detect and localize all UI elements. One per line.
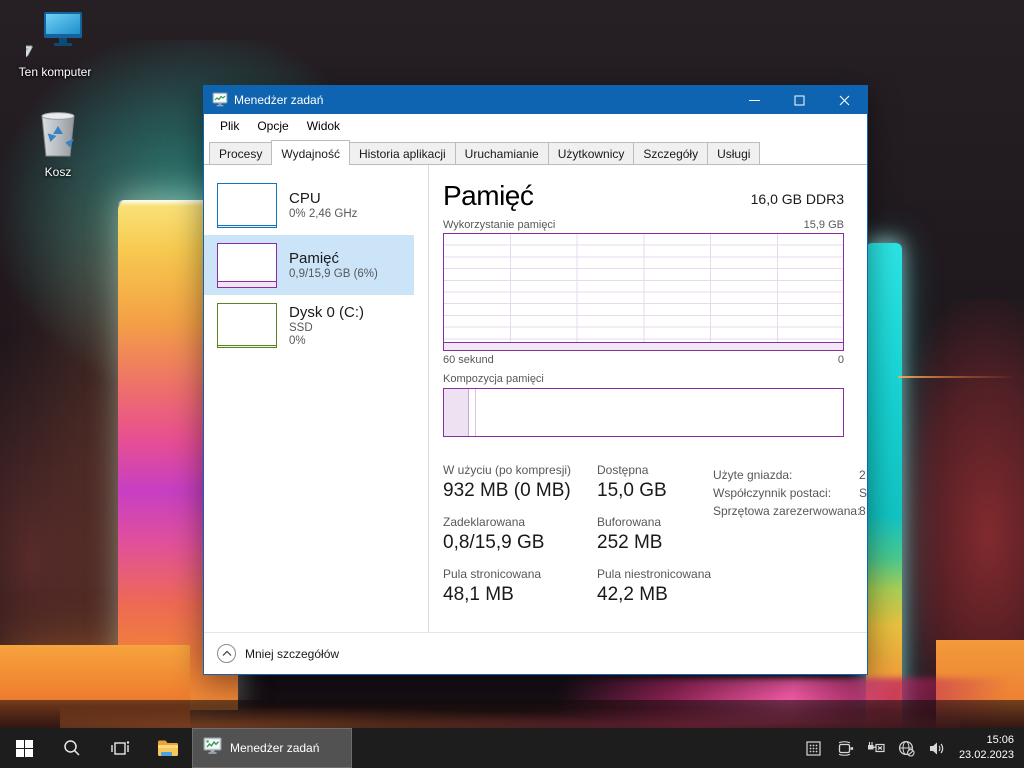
memory-pane-title: Pamięć	[443, 182, 533, 210]
tab-strip: Procesy Wydajność Historia aplikacji Uru…	[204, 138, 867, 165]
performance-sidebar: CPU 0% 2,46 GHz Pamięć 0,9/15,9 GB (6%) …	[204, 165, 429, 632]
performance-content: CPU 0% 2,46 GHz Pamięć 0,9/15,9 GB (6%) …	[204, 165, 867, 632]
close-button[interactable]	[822, 86, 867, 114]
taskbar-task-manager-button[interactable]: Menedżer zadań	[192, 728, 352, 768]
sidebar-item-disk[interactable]: Dysk 0 (C:) SSD 0%	[204, 295, 414, 355]
memory-text: Pamięć 0,9/15,9 GB (6%)	[289, 250, 378, 280]
sidebar-item-cpu[interactable]: CPU 0% 2,46 GHz	[204, 175, 414, 235]
desktop-icon-recycle-bin[interactable]: Kosz	[13, 108, 103, 179]
taskbar: Menedżer zadań	[0, 728, 1024, 768]
clock-time: 15:06	[959, 733, 1014, 748]
cpu-text: CPU 0% 2,46 GHz	[289, 190, 357, 220]
fewer-details-button[interactable]: Mniej szczegółów	[245, 647, 339, 661]
usage-graph-max: 15,9 GB	[804, 219, 844, 231]
wallpaper-shelf-line	[898, 376, 1016, 378]
stat-slots-used: Użyte gniazda: 2	[713, 468, 867, 486]
system-tray	[803, 728, 955, 768]
sidebar-item-memory[interactable]: Pamięć 0,9/15,9 GB (6%)	[204, 235, 414, 295]
this-pc-icon	[26, 49, 84, 63]
memory-title: Pamięć	[289, 250, 378, 267]
memory-usage-fill	[444, 342, 843, 350]
memory-stats-grid: W użyciu (po kompresji) 932 MB (0 MB) Do…	[443, 463, 743, 606]
window-title: Menedżer zadań	[234, 93, 323, 107]
usage-graph-axis: 60 sekund 0	[443, 354, 844, 366]
usage-graph-title: Wykorzystanie pamięci	[443, 219, 555, 231]
memory-header: Pamięć 16,0 GB DDR3	[443, 182, 844, 210]
stat-in-use: W użyciu (po kompresji) 932 MB (0 MB)	[443, 463, 581, 502]
recycle-bin-label: Kosz	[13, 165, 103, 179]
start-button[interactable]	[0, 728, 48, 768]
menu-widok[interactable]: Widok	[298, 116, 349, 136]
tab-historia-aplikacji[interactable]: Historia aplikacji	[349, 142, 456, 164]
tab-uruchamianie[interactable]: Uruchamianie	[455, 142, 549, 164]
clock-date: 23.02.2023	[959, 748, 1014, 763]
disk-mini-graph	[217, 303, 277, 348]
volume-icon[interactable]	[927, 741, 949, 756]
memory-hardware-stats: Użyte gniazda: 2 Współczynnik postaci: S…	[713, 468, 867, 522]
cpu-stats: 0% 2,46 GHz	[289, 208, 357, 220]
tab-procesy[interactable]: Procesy	[209, 142, 272, 164]
stat-paged-pool: Pula stronicowana 48,1 MB	[443, 567, 581, 606]
usage-graph-labels: Wykorzystanie pamięci 15,9 GB	[443, 219, 844, 231]
disk-text: Dysk 0 (C:) SSD 0%	[289, 304, 364, 347]
task-manager-taskbar-icon	[203, 737, 222, 760]
titlebar[interactable]: Menedżer zadań	[204, 86, 867, 114]
axis-right-label: 0	[838, 354, 844, 366]
disk-type: SSD	[289, 322, 364, 334]
stat-form-factor: Współczynnik postaci: S	[713, 486, 867, 504]
window-footer: Mniej szczegółów	[204, 632, 867, 674]
desktop: Ten komputer Kosz	[0, 0, 1024, 768]
taskbar-task-label: Menedżer zadań	[230, 741, 319, 755]
memory-total-capacity: 16,0 GB DDR3	[751, 191, 844, 210]
tab-uzytkownicy[interactable]: Użytkownicy	[548, 142, 635, 164]
desktop-icon-this-pc[interactable]: Ten komputer	[10, 10, 100, 79]
composition-inuse-segment	[444, 389, 469, 436]
menu-opcje[interactable]: Opcje	[248, 116, 297, 136]
composition-label: Kompozycja pamięci	[443, 373, 867, 385]
recycle-bin-icon	[34, 149, 82, 163]
tab-uslugi[interactable]: Usługi	[707, 142, 760, 164]
search-icon[interactable]	[48, 728, 96, 768]
composition-modified-segment	[469, 389, 476, 436]
stat-hardware-reserved: Sprzętowa zarezerwowana: 8	[713, 504, 867, 522]
menu-bar: Plik Opcje Widok	[204, 114, 867, 138]
network-unplugged-icon[interactable]	[865, 741, 887, 756]
disk-title: Dysk 0 (C:)	[289, 304, 364, 321]
memory-usage-graph[interactable]	[443, 233, 844, 351]
this-pc-label: Ten komputer	[10, 65, 100, 79]
memory-composition-bar[interactable]	[443, 388, 844, 437]
cpu-mini-graph	[217, 183, 277, 228]
stat-nonpaged-pool: Pula niestronicowana 42,2 MB	[597, 567, 743, 606]
globe-no-internet-icon[interactable]	[896, 740, 918, 757]
task-manager-window: Menedżer zadań Plik Opcje Widok Procesy …	[203, 85, 868, 675]
minimize-button[interactable]	[732, 86, 777, 114]
taskbar-empty-area[interactable]	[352, 728, 803, 768]
task-manager-app-icon	[212, 92, 228, 108]
menu-plik[interactable]: Plik	[211, 116, 248, 136]
axis-left-label: 60 sekund	[443, 354, 494, 366]
task-view-icon[interactable]	[96, 728, 144, 768]
tab-wydajnosc[interactable]: Wydajność	[271, 140, 350, 165]
file-explorer-icon[interactable]	[144, 728, 192, 768]
memory-detail-pane: Pamięć 16,0 GB DDR3 Wykorzystanie pamięc…	[429, 165, 867, 632]
stat-committed: Zadeklarowana 0,8/15,9 GB	[443, 515, 581, 554]
disk-usage: 0%	[289, 335, 364, 347]
display-sync-icon[interactable]	[834, 741, 856, 756]
taskbar-clock[interactable]: 15:06 23.02.2023	[955, 728, 1024, 768]
memory-mini-graph	[217, 243, 277, 288]
hidden-icons-grid-icon[interactable]	[803, 741, 825, 756]
maximize-button[interactable]	[777, 86, 822, 114]
memory-stats: 0,9/15,9 GB (6%)	[289, 268, 378, 280]
tab-szczegoly[interactable]: Szczegóły	[633, 142, 708, 164]
chevron-up-icon[interactable]	[217, 644, 236, 663]
cpu-title: CPU	[289, 190, 357, 207]
